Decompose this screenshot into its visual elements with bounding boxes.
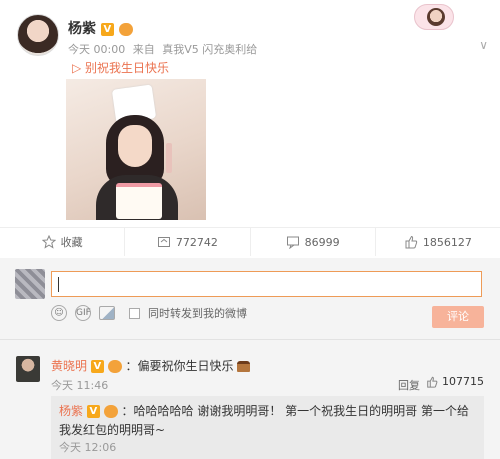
like-button[interactable]: 1856127 (376, 228, 500, 256)
repost-count: 772742 (175, 235, 218, 249)
thumbs-up-icon (427, 376, 438, 388)
member-level-icon (107, 360, 122, 373)
comment-icon (286, 236, 299, 249)
member-level-icon (103, 405, 118, 418)
post-time[interactable]: 今天 00:00 (68, 43, 125, 56)
photo-cake (116, 183, 162, 219)
divider (0, 339, 500, 340)
profile-card-icon[interactable] (414, 4, 454, 30)
reply-user-name[interactable]: 杨紫 (59, 404, 83, 418)
commenter-avatar[interactable] (16, 356, 40, 382)
photo-face (118, 125, 152, 167)
emoji-icon[interactable]: ☺ (51, 305, 67, 321)
reply-time: 今天 12:06 (59, 441, 117, 454)
author-name[interactable]: 杨紫 (68, 21, 96, 37)
comment-line: 黄晓明 V ：偏要祝你生日快乐 (51, 357, 251, 374)
music-link[interactable]: ▷ 别祝我生日快乐 (72, 59, 169, 76)
comment-input[interactable] (51, 271, 482, 297)
action-bar: 收藏 772742 86999 1856127 (0, 228, 500, 256)
comment-count: 86999 (304, 235, 340, 249)
send-comment-button[interactable]: 评论 (432, 306, 484, 328)
comment-text: ：偏要祝你生日快乐 (125, 359, 234, 373)
reply-text: ：哈哈哈哈哈 谢谢我明明哥！ 第一个祝我生日的明明哥 第一个给我发红包的明明哥~ (59, 404, 469, 437)
favorite-button[interactable]: 收藏 (0, 228, 126, 256)
thumbs-up-icon (405, 235, 418, 249)
image-icon[interactable] (99, 306, 115, 320)
comment-like-count: 107715 (442, 375, 484, 388)
post-device[interactable]: 真我V5 闪充奥利给 (162, 43, 257, 56)
author-name-row: 杨紫 V (68, 18, 133, 38)
commenter-name[interactable]: 黄晓明 (51, 359, 87, 373)
comment-button[interactable]: 86999 (251, 228, 376, 256)
member-level-icon (118, 22, 133, 36)
reply-line: 杨紫 V ：哈哈哈哈哈 谢谢我明明哥！ 第一个祝我生日的明明哥 第一个给我发红包… (59, 402, 477, 440)
chevron-down-icon[interactable]: ∨ (479, 38, 488, 52)
vip-badge-icon: V (86, 405, 100, 418)
repost-button[interactable]: 772742 (125, 228, 251, 256)
vip-badge-icon: V (100, 22, 114, 36)
favorite-label: 收藏 (60, 236, 83, 249)
star-icon (41, 235, 56, 249)
gif-icon[interactable]: GIF (75, 305, 91, 321)
comment-like-button[interactable]: 107715 (426, 375, 484, 388)
comment-time: 今天 11:46 (51, 379, 109, 392)
reply-button[interactable]: 回复 (398, 377, 420, 393)
repost-checkbox[interactable] (129, 307, 140, 319)
post-meta: 今天 00:00 来自 真我V5 闪充奥利给 (68, 41, 261, 57)
cake-icon (237, 361, 251, 372)
vip-badge-icon: V (90, 360, 104, 373)
profile-face-icon (427, 8, 445, 26)
repost-icon (157, 237, 170, 247)
composer-tools: ☺ GIF 同时转发到我的微博 (51, 304, 247, 322)
post-photo[interactable] (66, 79, 206, 220)
author-avatar[interactable] (17, 14, 59, 56)
like-count: 1856127 (422, 235, 472, 249)
current-user-avatar[interactable] (15, 269, 45, 299)
text-caret (58, 277, 59, 292)
post-from-label: 来自 (132, 43, 155, 56)
repost-checkbox-label: 同时转发到我的微博 (148, 307, 247, 320)
photo-candle (166, 143, 172, 173)
